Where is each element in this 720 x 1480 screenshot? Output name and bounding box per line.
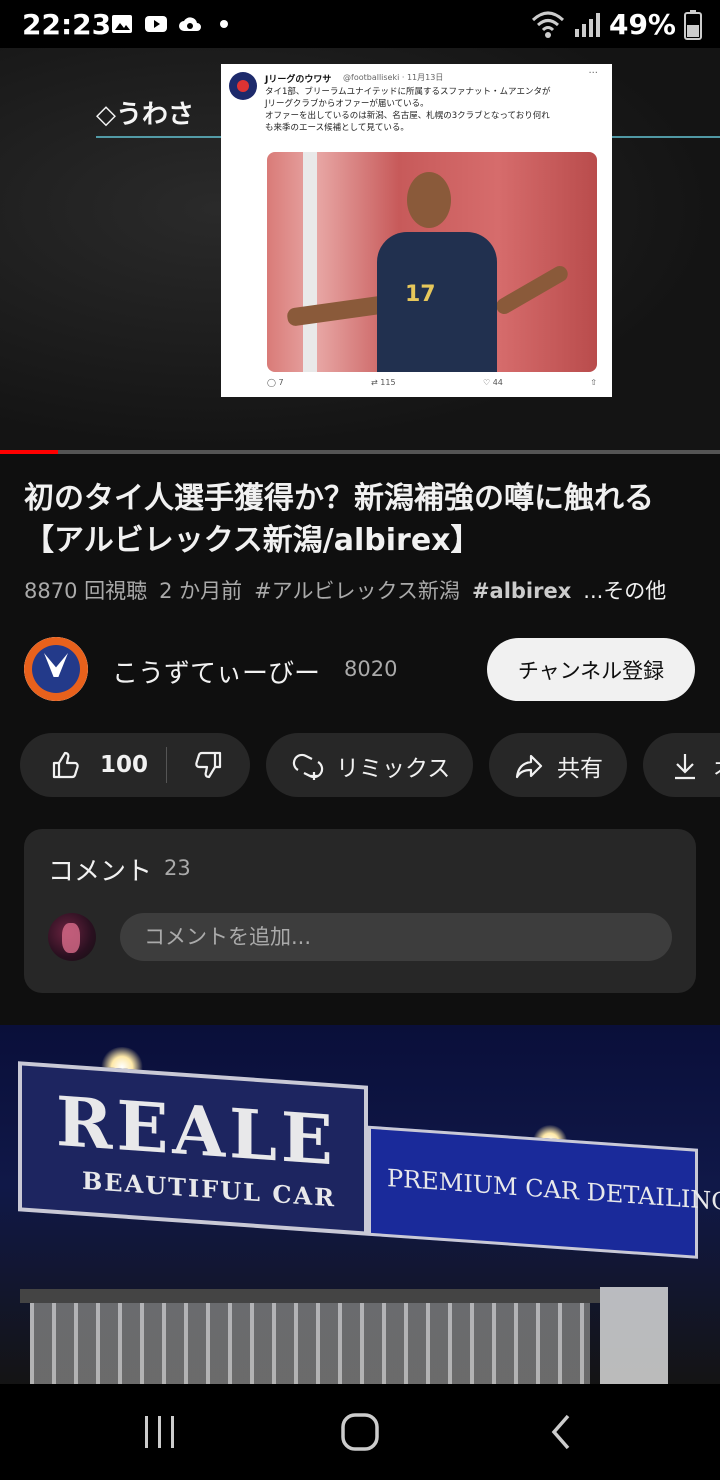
download-button[interactable]: オ	[643, 733, 720, 797]
comment-input[interactable]: コメントを追加...	[120, 913, 672, 961]
dislike-button[interactable]	[192, 749, 224, 781]
share-icon: ⇧	[590, 378, 597, 387]
video-meta[interactable]: 8870 回視聴 2 か月前 #アルビレックス新潟 #albirex ...その他	[24, 575, 704, 605]
navigation-bar	[0, 1384, 720, 1480]
share-icon	[515, 754, 543, 779]
tweet-avatar	[229, 72, 257, 100]
tweet-line: オファーを出しているのは新潟、名古屋、札幌の3クラブとなっており何れ	[265, 111, 550, 121]
tweet-actions: ◯ 7 ⇄ 115 ♡ 44 ⇧	[267, 378, 597, 387]
remix-icon	[292, 753, 324, 780]
like-count-tweet: ♡ 44	[482, 378, 503, 387]
hashtag-link[interactable]: #albirex	[472, 579, 571, 603]
shutter-frame	[20, 1289, 600, 1303]
download-label: オ	[713, 749, 720, 783]
battery-icon	[684, 9, 702, 40]
more-link[interactable]: ...その他	[583, 579, 666, 603]
action-bar: 100 リミックス 共有 オ	[20, 733, 720, 797]
youtube-icon	[145, 16, 167, 32]
tweet-text: タイ1部、ブリーラムユナイテッドに所属するスファナット・ムアエンタが Jリーグク…	[265, 86, 601, 134]
thumbs-down-icon	[195, 751, 222, 779]
tweet-handle: @footballiseki · 11月13日	[343, 73, 444, 82]
battery-percent: 49%	[608, 8, 676, 41]
gallery-icon	[112, 15, 132, 33]
more-icon: ···	[588, 68, 598, 79]
comments-section[interactable]: コメント 23 コメントを追加...	[24, 829, 696, 993]
wifi-icon	[531, 11, 564, 38]
sign-right-panel: PREMIUM CAR DETAILING	[368, 1125, 720, 1259]
like-count: 100	[100, 752, 149, 778]
share-button[interactable]: 共有	[489, 733, 627, 797]
tweet-line: タイ1部、ブリーラムユナイテッドに所属するスファナット・ムアエンタが	[265, 87, 551, 97]
sign-left-panel: REALE BEAUTIFUL CAR	[18, 1061, 368, 1236]
player-jersey	[377, 232, 497, 372]
divider	[166, 747, 167, 783]
remix-button[interactable]: リミックス	[266, 733, 473, 797]
cloud-icon	[179, 17, 201, 31]
remix-label: リミックス	[336, 756, 451, 782]
goal-post	[303, 152, 317, 372]
player-arm	[493, 263, 571, 317]
reply-count: ◯ 7	[267, 378, 284, 387]
sign-tagline: PREMIUM CAR DETAILING	[387, 1164, 720, 1217]
clock: 22:23	[22, 8, 112, 41]
progress-fill	[0, 450, 58, 454]
glass-door	[600, 1287, 668, 1385]
tweet-photo: 17	[267, 152, 597, 372]
thumbs-up-icon	[52, 751, 79, 779]
back-icon[interactable]	[542, 1412, 582, 1452]
tweet-line: Jリーグクラブからオファーが届いている。	[265, 99, 429, 109]
jersey-number: 17	[405, 282, 436, 307]
comments-title: コメント	[48, 857, 153, 887]
subscribe-button[interactable]: チャンネル登録	[487, 638, 695, 701]
hashtag-link[interactable]: #アルビレックス新潟	[254, 579, 460, 603]
shutter	[30, 1303, 590, 1385]
download-icon	[675, 754, 695, 780]
share-label: 共有	[557, 756, 603, 782]
player-head	[407, 172, 451, 228]
player-arm	[286, 295, 388, 327]
overlay-tag: ◇うわさ	[96, 100, 194, 130]
tweet-card: Jリーグのウワサ @footballiseki · 11月13日 ··· タイ1…	[221, 64, 612, 397]
status-bar: 22:23 49%	[0, 0, 720, 48]
shop-sign: REALE BEAUTIFUL CAR PREMIUM CAR DETAILIN…	[18, 1061, 720, 1279]
signal-icon	[574, 12, 600, 37]
subscriber-count: 8020	[344, 657, 398, 681]
chalk-line	[612, 136, 720, 138]
channel-name[interactable]: こうずてぃーびー	[112, 653, 320, 690]
progress-bar[interactable]	[0, 450, 720, 454]
video-player[interactable]: ◇うわさ Jリーグのウワサ @footballiseki · 11月13日 ··…	[0, 48, 720, 450]
tweet-line: も来季のエース候補として見ている。	[265, 123, 409, 133]
next-video-thumbnail[interactable]: REALE BEAUTIFUL CAR PREMIUM CAR DETAILIN…	[0, 1025, 720, 1385]
home-icon[interactable]	[340, 1412, 380, 1452]
chalk-line	[96, 136, 222, 138]
view-count: 8870 回視聴	[24, 579, 148, 603]
dot-icon	[220, 20, 228, 28]
video-title[interactable]: 初のタイ人選手獲得か？新潟補強の噂に触れる【アルビレックス新潟/albirex】	[24, 478, 696, 562]
recent-apps-icon[interactable]	[140, 1412, 180, 1452]
upload-age: 2 か月前	[159, 579, 243, 603]
like-dislike-group: 100	[20, 733, 250, 797]
like-button[interactable]: 100	[50, 749, 148, 781]
channel-avatar[interactable]	[24, 637, 88, 701]
comments-count: 23	[164, 856, 191, 880]
retweet-count: ⇄ 115	[371, 378, 396, 387]
tweet-name: Jリーグのウワサ	[265, 75, 332, 85]
user-avatar	[48, 913, 96, 961]
